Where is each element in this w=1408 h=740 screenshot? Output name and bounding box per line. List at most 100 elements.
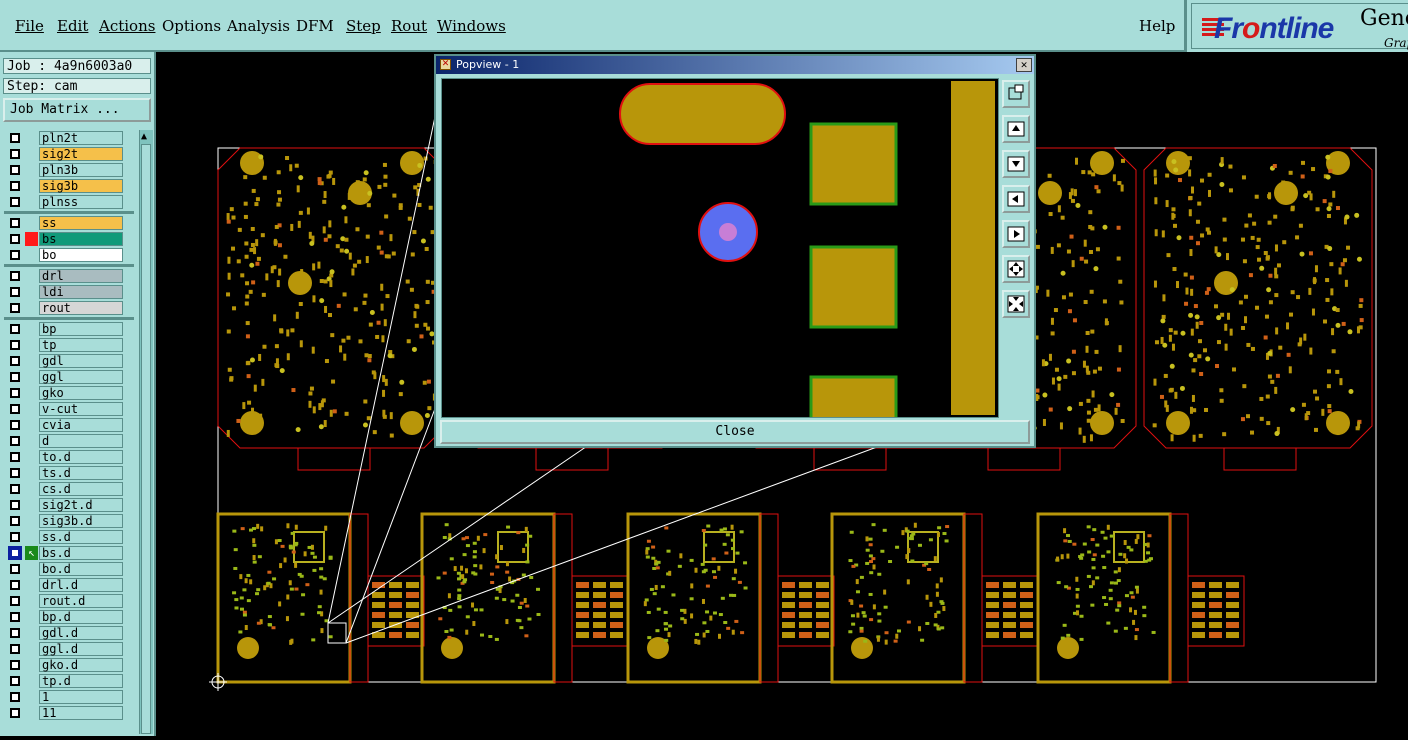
layer-row-sig2t[interactable]: sig2t — [0, 146, 138, 162]
layer-checkbox[interactable] — [10, 692, 20, 702]
layer-checkbox[interactable] — [10, 303, 20, 313]
layer-checkbox[interactable] — [10, 271, 20, 281]
menu-analysis[interactable]: Analysis — [227, 17, 290, 35]
pan-down-icon[interactable] — [1002, 150, 1030, 178]
layer-row-bp.d[interactable]: bp.d — [0, 609, 138, 625]
popview-zoom-view[interactable] — [441, 78, 999, 424]
layer-row-ts.d[interactable]: ts.d — [0, 465, 138, 481]
layer-row-sig3b.d[interactable]: sig3b.d — [0, 513, 138, 529]
layer-checkbox[interactable] — [10, 388, 20, 398]
menu-step[interactable]: Step — [346, 17, 381, 35]
layer-row-drl.d[interactable]: drl.d — [0, 577, 138, 593]
layer-row-bs[interactable]: bs — [0, 231, 138, 247]
layer-checkbox[interactable] — [10, 500, 20, 510]
layer-row-bp[interactable]: bp — [0, 321, 138, 337]
layer-row-ldi[interactable]: ldi — [0, 284, 138, 300]
layer-row-d[interactable]: d — [0, 433, 138, 449]
layer-row-ggl.d[interactable]: ggl.d — [0, 641, 138, 657]
smd-pad — [730, 524, 734, 530]
layer-row-tp.d[interactable]: tp.d — [0, 673, 138, 689]
zoom-in-icon[interactable] — [1002, 255, 1030, 283]
layer-checkbox[interactable] — [10, 564, 20, 574]
menu-actions[interactable]: Actions — [99, 17, 155, 35]
layer-checkbox[interactable] — [10, 181, 20, 191]
layer-checkbox[interactable] — [10, 197, 20, 207]
layer-list-scrollbar[interactable]: ▲ — [139, 130, 153, 734]
layer-row-ggl[interactable]: ggl — [0, 369, 138, 385]
menu-file[interactable]: File — [15, 17, 44, 35]
layer-row-gdl[interactable]: gdl — [0, 353, 138, 369]
layer-checkbox[interactable] — [10, 596, 20, 606]
layer-checkbox[interactable] — [10, 250, 20, 260]
layer-checkbox[interactable] — [10, 324, 20, 334]
layer-checkbox[interactable] — [10, 218, 20, 228]
layer-checkbox[interactable] — [10, 452, 20, 462]
close-icon[interactable]: ✕ — [1016, 58, 1032, 72]
layer-checkbox[interactable] — [10, 340, 20, 350]
pan-right-icon[interactable] — [1002, 220, 1030, 248]
layer-checkbox[interactable] — [10, 165, 20, 175]
layer-row-rout.d[interactable]: rout.d — [0, 593, 138, 609]
layer-row-ss[interactable]: ss — [0, 215, 138, 231]
menu-windows[interactable]: Windows — [437, 17, 506, 35]
layer-row-bo[interactable]: bo — [0, 247, 138, 263]
scroll-up-icon[interactable]: ▲ — [141, 131, 147, 143]
layer-row-pln3b[interactable]: pln3b — [0, 162, 138, 178]
pan-left-icon[interactable] — [1002, 185, 1030, 213]
layer-checkbox[interactable] — [10, 660, 20, 670]
menu-edit[interactable]: Edit — [57, 17, 88, 35]
menu-rout[interactable]: Rout — [391, 17, 427, 35]
layer-checkbox[interactable] — [10, 532, 20, 542]
job-matrix-button[interactable]: Job Matrix ... — [3, 98, 151, 122]
layer-row-11[interactable]: 11 — [0, 705, 138, 721]
popview-titlebar[interactable]: ✕ Popview - 1 — [436, 56, 1034, 74]
layer-checkbox[interactable] — [10, 628, 20, 638]
layer-row-v-cut[interactable]: v-cut — [0, 401, 138, 417]
layer-checkbox[interactable] — [10, 468, 20, 478]
menu-dfm[interactable]: DFM — [296, 17, 334, 35]
menu-edit-label: Edit — [57, 17, 89, 35]
layer-row-rout[interactable]: rout — [0, 300, 138, 316]
layer-row-sig2t.d[interactable]: sig2t.d — [0, 497, 138, 513]
layer-row-tp[interactable]: tp — [0, 337, 138, 353]
layer-checkbox[interactable] — [10, 133, 20, 143]
layer-checkbox[interactable] — [8, 546, 22, 560]
layer-checkbox[interactable] — [10, 516, 20, 526]
pan-up-icon[interactable] — [1002, 115, 1030, 143]
layer-checkbox[interactable] — [10, 404, 20, 414]
layer-row-cs.d[interactable]: cs.d — [0, 481, 138, 497]
popview-close-button[interactable]: Close — [440, 420, 1030, 444]
layer-row-pln2t[interactable]: pln2t — [0, 130, 138, 146]
smd-pad — [290, 531, 295, 535]
layer-checkbox[interactable] — [10, 708, 20, 718]
layer-checkbox[interactable] — [10, 356, 20, 366]
layer-checkbox[interactable] — [10, 149, 20, 159]
layer-checkbox[interactable] — [10, 420, 20, 430]
layer-checkbox[interactable] — [10, 612, 20, 622]
layer-row-1[interactable]: 1 — [0, 689, 138, 705]
layer-row-drl[interactable]: drl — [0, 268, 138, 284]
layer-row-ss.d[interactable]: ss.d — [0, 529, 138, 545]
layer-checkbox[interactable] — [10, 484, 20, 494]
menu-help[interactable]: Help — [1139, 17, 1175, 35]
layer-checkbox[interactable] — [10, 644, 20, 654]
layer-row-gdl.d[interactable]: gdl.d — [0, 625, 138, 641]
zoom-window-icon[interactable] — [1002, 80, 1030, 108]
layer-row-bs.d[interactable]: ↖ bs.d — [0, 545, 138, 561]
layer-row-cvia[interactable]: cvia — [0, 417, 138, 433]
layer-checkbox[interactable] — [10, 676, 20, 686]
layer-checkbox[interactable] — [10, 287, 20, 297]
layer-checkbox[interactable] — [10, 372, 20, 382]
menu-options[interactable]: Options — [162, 17, 221, 35]
zoom-out-icon[interactable] — [1002, 290, 1030, 318]
layer-checkbox[interactable] — [10, 436, 20, 446]
layer-row-to.d[interactable]: to.d — [0, 449, 138, 465]
layer-row-bo.d[interactable]: bo.d — [0, 561, 138, 577]
scroll-thumb[interactable] — [141, 144, 151, 734]
layer-row-plnss[interactable]: plnss — [0, 194, 138, 210]
layer-checkbox[interactable] — [10, 234, 20, 244]
layer-row-sig3b[interactable]: sig3b — [0, 178, 138, 194]
layer-row-gko.d[interactable]: gko.d — [0, 657, 138, 673]
layer-row-gko[interactable]: gko — [0, 385, 138, 401]
layer-checkbox[interactable] — [10, 580, 20, 590]
